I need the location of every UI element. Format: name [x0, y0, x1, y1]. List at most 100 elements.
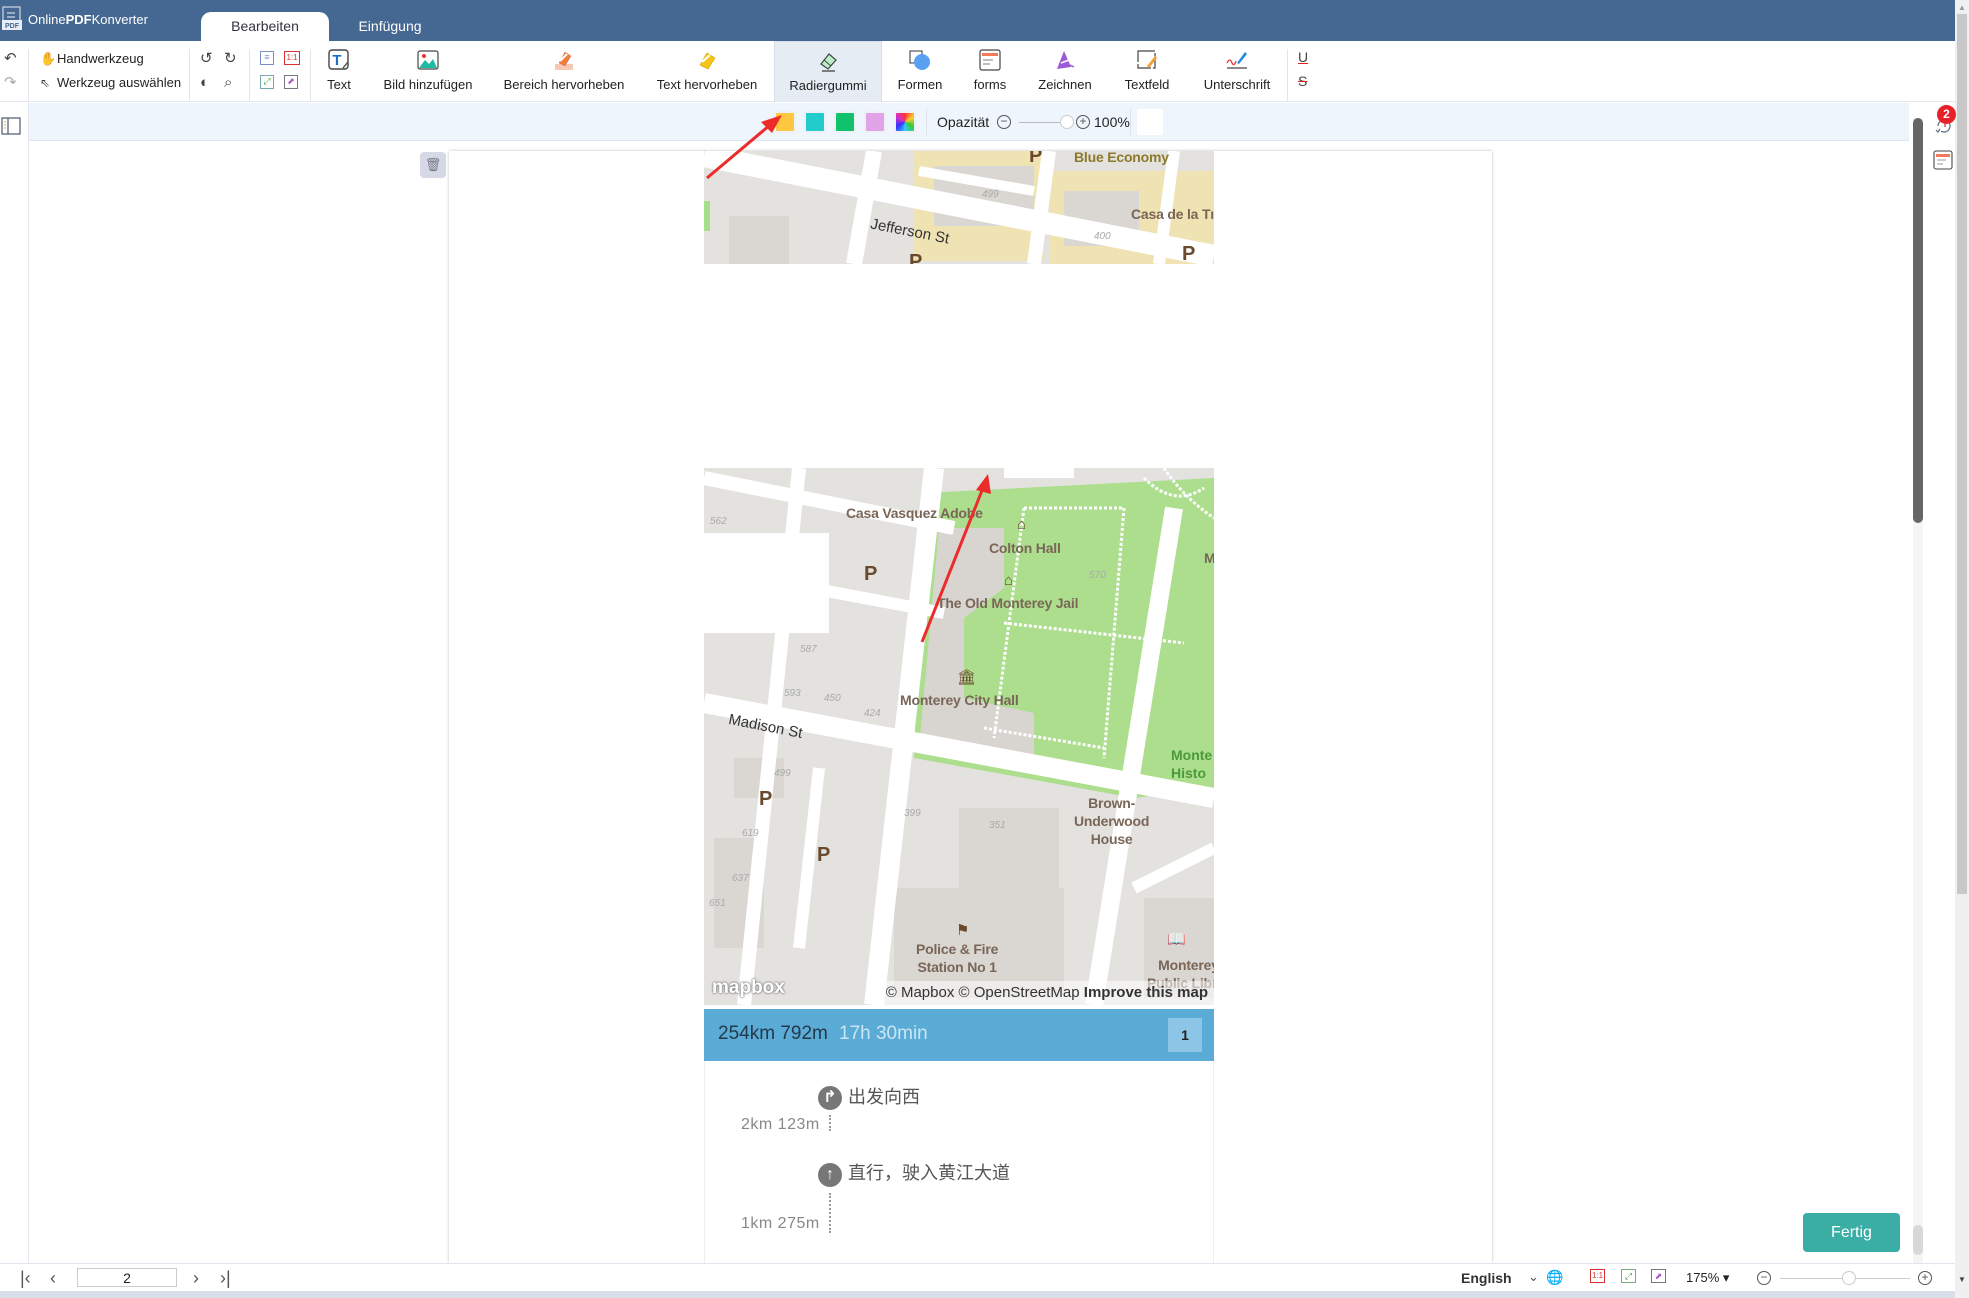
actual-size-icon[interactable]: 1:1	[1590, 1269, 1605, 1283]
zoom-slider-handle[interactable]	[1842, 1271, 1856, 1285]
parking-marker: P	[1029, 151, 1043, 167]
mapbox-logo[interactable]: mapbox	[712, 977, 785, 999]
app-title: OnlinePDFKonverter	[28, 12, 148, 27]
forms-label: forms	[973, 77, 1007, 92]
next-page-icon[interactable]: ›	[193, 1268, 199, 1289]
search-icon[interactable]: ⌕	[224, 75, 232, 91]
route-summary-bar: 254km 792m 17h 30min 1	[704, 1009, 1214, 1061]
area-highlight-button[interactable]: Bereich hervorheben	[496, 41, 632, 102]
form-panel-icon[interactable]	[1933, 150, 1953, 170]
window-scrollbar[interactable]: ▲ ▼	[1955, 0, 1969, 1298]
last-page-icon[interactable]: ›|	[220, 1268, 231, 1289]
library-icon: 📖	[1167, 931, 1186, 948]
improve-map-link[interactable]: Improve this map	[1084, 984, 1208, 1001]
undo-icon[interactable]: ↶	[4, 51, 17, 67]
document-scroll-end[interactable]	[1913, 1225, 1923, 1255]
tab-einfuegung[interactable]: Einfügung	[335, 12, 445, 41]
color-options-bar: Opazität − + 100%	[29, 103, 1909, 141]
contrast-icon[interactable]: ◐	[200, 75, 209, 91]
map-label-edge: M	[1204, 550, 1214, 566]
previous-page-icon[interactable]: ‹	[50, 1268, 56, 1289]
route-step-distance: 1km 275m	[741, 1215, 820, 1232]
language-select[interactable]: English	[1461, 1270, 1512, 1286]
tab-bearbeiten[interactable]: Bearbeiten	[201, 12, 329, 41]
toolbar-divider	[249, 49, 250, 101]
attribution-text[interactable]: © Mapbox © OpenStreetMap	[886, 984, 1080, 1001]
shapes-button[interactable]: Formen	[893, 41, 947, 102]
done-button[interactable]: Fertig	[1803, 1213, 1900, 1252]
actual-size-icon[interactable]: 1:1	[284, 51, 300, 65]
app-logo-icon: PDF	[2, 6, 22, 30]
opacity-slider-handle[interactable]	[1060, 115, 1074, 129]
text-tool-icon: T	[328, 49, 349, 70]
zoom-level-select[interactable]: 175% ▾	[1686, 1270, 1729, 1286]
parking-marker: P	[1182, 243, 1196, 264]
add-image-button[interactable]: Bild hinzufügen	[376, 41, 480, 102]
fit-page-icon[interactable]: ⤢	[260, 75, 274, 89]
route-step-text: 直行，驶入黄江大道	[848, 1163, 1010, 1184]
fit-width-icon[interactable]: ⬈	[284, 75, 298, 89]
selected-color-preview[interactable]	[1137, 109, 1163, 135]
left-sidebar	[0, 103, 29, 1263]
notification-badge: 2	[1937, 105, 1956, 124]
svg-text:T: T	[332, 52, 341, 69]
opacity-decrease-icon[interactable]: −	[997, 115, 1011, 129]
route-step-text: 出发向西	[848, 1087, 920, 1108]
strikethrough-icon[interactable]: S	[1298, 73, 1307, 89]
color-swatch-lilac[interactable]	[864, 111, 886, 133]
text-tool-button[interactable]: T Text	[318, 41, 360, 102]
globe-icon[interactable]: 🌐	[1546, 1269, 1563, 1286]
fit-width-icon[interactable]: ⬈	[1651, 1269, 1666, 1283]
color-swatch-green[interactable]	[834, 111, 856, 133]
underline-icon[interactable]: U	[1298, 49, 1308, 65]
eraser-button[interactable]: Radiergummi	[774, 41, 882, 102]
subbar-divider	[926, 109, 927, 135]
redo-icon[interactable]: ↷	[4, 75, 17, 91]
delete-page-button[interactable]: 🗑	[420, 152, 446, 178]
color-swatch-yellow[interactable]	[774, 111, 796, 133]
textfield-label: Textfeld	[1124, 77, 1170, 92]
sidebar-toggle-icon[interactable]	[1, 116, 21, 136]
shapes-icon	[909, 50, 930, 70]
rotate-right-icon[interactable]: ↻	[224, 51, 237, 67]
document-scroll-thumb[interactable]	[1913, 118, 1923, 523]
shapes-label: Formen	[897, 77, 943, 92]
route-steps: ↱ 出发向西 2km 123m ↑ 直行，驶入黄江大道 1km 275m	[704, 1061, 1214, 1263]
scroll-up-icon[interactable]: ▲	[1958, 3, 1966, 12]
police-icon: ⚑	[956, 922, 970, 939]
textfield-button[interactable]: Textfeld	[1114, 41, 1180, 102]
text-highlight-button[interactable]: Text hervorheben	[650, 41, 764, 102]
scroll-down-icon[interactable]: ▼	[1958, 1275, 1966, 1284]
house-number: 593	[784, 688, 801, 699]
draw-button[interactable]: Zeichnen	[1032, 41, 1098, 102]
route-connector	[829, 1193, 831, 1233]
opacity-increase-icon[interactable]: +	[1076, 115, 1090, 129]
museum-icon: ⌂	[1017, 516, 1027, 533]
fit-page-icon[interactable]: ⤢	[1621, 1269, 1636, 1283]
turn-right-icon: ↱	[818, 1086, 842, 1110]
color-swatch-cyan[interactable]	[804, 111, 826, 133]
page-number-input[interactable]	[77, 1268, 177, 1287]
signature-button[interactable]: Unterschrift	[1196, 41, 1278, 102]
zoom-in-icon[interactable]: +	[1918, 1271, 1932, 1285]
color-picker-icon[interactable]	[894, 111, 916, 133]
area-highlight-icon	[555, 51, 573, 70]
forms-button[interactable]: forms	[964, 41, 1016, 102]
toolbar-divider	[28, 49, 29, 101]
window-scroll-thumb[interactable]	[1957, 14, 1967, 894]
svg-text:PDF: PDF	[5, 23, 20, 30]
select-tool-button[interactable]: Werkzeug auswählen	[57, 75, 181, 90]
poi-monterey-history: Monte Histo	[1171, 747, 1213, 781]
museum-icon: ⌂	[1004, 572, 1014, 589]
parking-marker: P	[864, 563, 878, 585]
forms-icon	[979, 49, 1001, 71]
first-page-icon[interactable]: |‹	[20, 1268, 31, 1289]
rotate-left-icon[interactable]: ↺	[200, 51, 213, 67]
zoom-out-icon[interactable]: −	[1757, 1271, 1771, 1285]
page-view-icon[interactable]: ≡	[260, 51, 274, 65]
hand-tool-button[interactable]: Handwerkzeug	[57, 51, 144, 66]
house-number: 400	[1094, 231, 1111, 242]
chevron-down-icon[interactable]: ⌄	[1528, 1269, 1539, 1285]
document-scrollbar[interactable]	[1913, 118, 1923, 1263]
route-connector	[829, 1115, 831, 1131]
